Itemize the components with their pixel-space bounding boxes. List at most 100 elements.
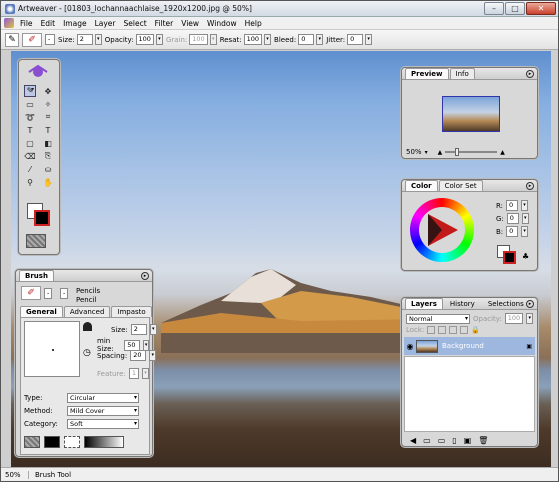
- brush-size-spin[interactable]: ▾: [149, 324, 157, 335]
- b-input[interactable]: 0: [506, 226, 519, 237]
- paper-swatch[interactable]: [24, 436, 40, 448]
- clone-stamp-icon[interactable]: ⎘: [42, 150, 54, 162]
- lasso-icon[interactable]: ➰: [24, 111, 36, 123]
- brush-color-swatch[interactable]: [44, 436, 60, 448]
- blend-mode-select[interactable]: Normal: [406, 313, 470, 324]
- move-tool-icon[interactable]: ✥: [42, 85, 54, 97]
- b-spin[interactable]: ▾: [521, 226, 529, 237]
- jitter-input[interactable]: 0: [347, 34, 364, 45]
- size-spin[interactable]: ▾: [94, 34, 102, 45]
- tab-selections[interactable]: Selections: [482, 298, 530, 309]
- type-tool-icon[interactable]: T: [42, 124, 54, 136]
- new-group-icon[interactable]: ▯: [452, 436, 456, 445]
- lock-icon[interactable]: 🔒: [471, 326, 480, 334]
- brush-variant-dash[interactable]: -: [60, 288, 69, 299]
- tab-history[interactable]: History: [444, 298, 481, 309]
- brush-tool-icon[interactable]: ✎: [24, 85, 36, 97]
- jitter-spin[interactable]: ▾: [365, 34, 373, 45]
- preview-thumbnail[interactable]: [442, 96, 500, 132]
- panel-menu-icon[interactable]: ▸: [526, 300, 534, 308]
- grain-spin[interactable]: ▾: [209, 34, 217, 45]
- category-select[interactable]: Soft: [67, 419, 139, 429]
- menu-window[interactable]: Window: [203, 19, 241, 28]
- brush-preset-dash[interactable]: -: [44, 288, 53, 299]
- tab-brush[interactable]: Brush: [19, 270, 54, 281]
- primary-color-swatch[interactable]: [503, 251, 516, 264]
- zoom-slider[interactable]: [445, 148, 498, 156]
- pattern-swatch[interactable]: [64, 436, 80, 448]
- feature-spin[interactable]: ▾: [141, 368, 149, 379]
- size-input[interactable]: 2: [76, 34, 93, 45]
- panel-menu-icon[interactable]: ▸: [526, 70, 534, 78]
- minimize-button[interactable]: –: [484, 2, 504, 15]
- opacity-input[interactable]: 100: [135, 34, 154, 45]
- min-size-input[interactable]: 50: [124, 339, 141, 351]
- menu-edit[interactable]: Edit: [37, 19, 60, 28]
- close-button[interactable]: ✕: [526, 2, 556, 15]
- color-triangle[interactable]: [422, 210, 462, 250]
- grain-input[interactable]: 100: [189, 34, 208, 45]
- tab-layers[interactable]: Layers: [405, 298, 443, 309]
- lock-all-icon[interactable]: [460, 326, 469, 334]
- zoom-dropdown-icon[interactable]: ▾: [425, 149, 435, 156]
- r-spin[interactable]: ▾: [521, 200, 529, 211]
- crop-icon[interactable]: ⌗: [42, 111, 54, 123]
- pressure-clock-icon[interactable]: ◷: [83, 348, 91, 358]
- min-size-spin[interactable]: ▾: [143, 339, 149, 351]
- panel-menu-icon[interactable]: ▸: [141, 272, 149, 280]
- gradient-swatch[interactable]: [84, 436, 124, 448]
- menu-select[interactable]: Select: [120, 19, 151, 28]
- bleed-input[interactable]: 0: [298, 34, 315, 45]
- gradient-tool-icon[interactable]: ◧: [42, 137, 54, 149]
- preset-dash[interactable]: -: [45, 34, 55, 45]
- zoom-icon[interactable]: ⚲: [24, 176, 36, 188]
- paper-texture-swatch[interactable]: [26, 234, 46, 248]
- brush-preset-icon[interactable]: ✐: [22, 32, 42, 47]
- magic-wand-icon[interactable]: ✧: [42, 98, 54, 110]
- opacity-spin[interactable]: ▾: [155, 34, 163, 45]
- rect-select-icon[interactable]: ▭: [24, 98, 36, 110]
- menu-filter[interactable]: Filter: [151, 19, 178, 28]
- paint-bucket-icon[interactable]: ⛀: [42, 163, 54, 175]
- g-input[interactable]: 0: [506, 213, 519, 224]
- maximize-button[interactable]: □: [505, 2, 525, 15]
- brush-shape-icon[interactable]: [83, 322, 92, 331]
- lock-position-icon[interactable]: [449, 326, 458, 334]
- delete-layer-icon[interactable]: 🗑: [478, 436, 488, 445]
- text-tool-icon[interactable]: T: [24, 124, 36, 136]
- brush-preset-icon[interactable]: ✐: [21, 286, 41, 300]
- tab-preview[interactable]: Preview: [405, 68, 449, 79]
- r-input[interactable]: 0: [506, 200, 519, 211]
- layer-opacity-input[interactable]: 100: [504, 313, 524, 324]
- hand-icon[interactable]: ✋: [42, 176, 54, 188]
- g-spin[interactable]: ▾: [521, 213, 529, 224]
- resat-input[interactable]: 100: [243, 34, 263, 45]
- bleed-spin[interactable]: ▾: [316, 34, 324, 45]
- foreground-color-swatch[interactable]: [34, 210, 50, 226]
- menu-help[interactable]: Help: [241, 19, 266, 28]
- visibility-eye-icon[interactable]: ◉: [404, 342, 416, 351]
- layer-mask-icon[interactable]: ▭: [438, 436, 446, 445]
- document-icon[interactable]: [4, 18, 14, 28]
- layer-row[interactable]: ◉ Background ▣: [404, 337, 535, 355]
- menu-layer[interactable]: Layer: [91, 19, 120, 28]
- menu-image[interactable]: Image: [59, 19, 91, 28]
- method-select[interactable]: Mild Cover: [67, 406, 139, 416]
- tab-general[interactable]: General: [20, 306, 63, 317]
- zoom-in-icon[interactable]: ▲: [500, 149, 505, 156]
- color-wheel[interactable]: [410, 198, 474, 262]
- zoom-out-icon[interactable]: ▲: [438, 149, 443, 156]
- link-layers-icon[interactable]: ◀: [410, 436, 416, 445]
- feature-input[interactable]: 1: [128, 368, 139, 379]
- brush-tool-icon[interactable]: ✎: [5, 32, 19, 47]
- menu-file[interactable]: File: [16, 19, 37, 28]
- menu-view[interactable]: View: [177, 19, 203, 28]
- color-picker-icon[interactable]: ♣: [522, 252, 529, 261]
- eyedropper-icon[interactable]: ⁄: [24, 163, 36, 175]
- tab-advanced[interactable]: Advanced: [63, 306, 111, 317]
- spacing-spin[interactable]: ▾: [149, 350, 157, 361]
- panel-menu-icon[interactable]: ▸: [526, 182, 534, 190]
- eraser-icon[interactable]: ⌫: [24, 150, 36, 162]
- type-select[interactable]: Circular: [67, 393, 139, 403]
- spacing-input[interactable]: 20: [130, 350, 147, 361]
